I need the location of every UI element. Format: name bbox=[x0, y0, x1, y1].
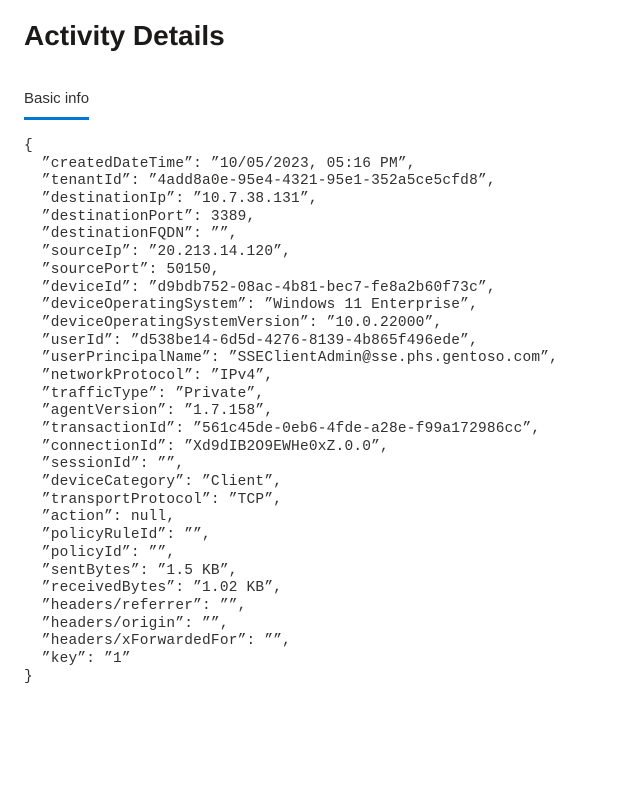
tab-basic-info[interactable]: Basic info bbox=[24, 84, 89, 120]
page-title: Activity Details bbox=[24, 20, 616, 52]
json-content: { ”createdDateTime”: ”10/05/2023, 05:16 … bbox=[24, 138, 616, 686]
